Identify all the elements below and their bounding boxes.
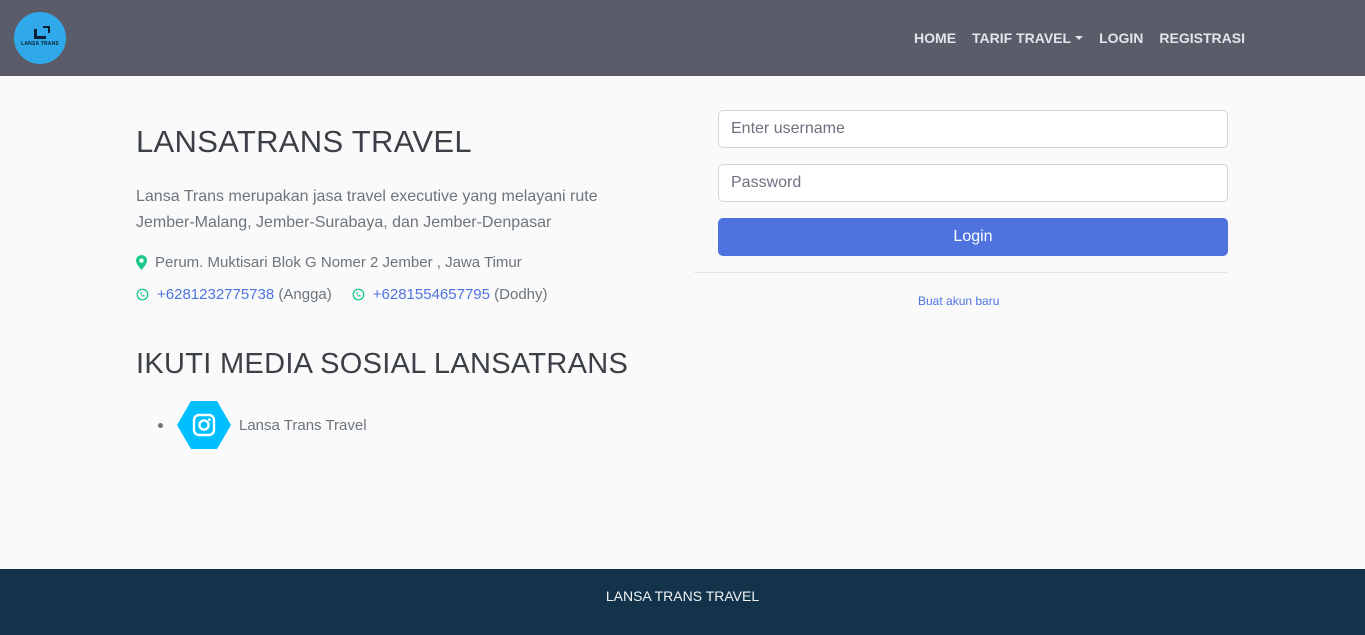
nav-home[interactable]: HOME (906, 28, 964, 48)
company-title: LANSATRANS TRAVEL (136, 124, 472, 159)
instagram-label[interactable]: Lansa Trans Travel (239, 417, 367, 434)
social-title: IKUTI MEDIA SOSIAL LANSATRANS (136, 348, 629, 380)
phone-link-dodhy[interactable]: +6281554657795 (373, 286, 490, 303)
company-description: Lansa Trans merupakan jasa travel execut… (136, 188, 598, 231)
form-divider (694, 272, 1228, 273)
username-input[interactable] (718, 110, 1228, 148)
list-bullet (158, 422, 163, 428)
logo-text: LANSA TRANS (21, 41, 59, 47)
caret-down-icon (1075, 36, 1084, 40)
navbar: LANSA TRANS HOME TARIF TRAVEL LOGIN REGI… (0, 0, 1365, 76)
password-input[interactable] (718, 164, 1228, 202)
nav-home-label: HOME (914, 30, 957, 46)
footer-text: LANSA TRANS TRAVEL (605, 588, 760, 604)
social-list: Lansa Trans Travel (158, 401, 367, 449)
login-button[interactable]: Login (718, 218, 1228, 256)
contact-line: +6281232775738 (Angga) +6281554657795 (D… (136, 286, 548, 303)
address-text: Perum. Muktisari Blok G Nomer 2 Jember ,… (155, 254, 522, 271)
footer: LANSA TRANS TRAVEL (0, 569, 1365, 635)
nav-tarif-travel-dropdown[interactable]: TARIF TRAVEL (964, 28, 1091, 48)
phone-link-angga[interactable]: +6281232775738 (157, 286, 274, 303)
main-nav: HOME TARIF TRAVEL LOGIN REGISTRASI (906, 28, 1253, 48)
instagram-icon[interactable] (177, 401, 231, 449)
whatsapp-icon (352, 288, 365, 301)
nav-registrasi-label: REGISTRASI (1159, 30, 1245, 46)
address-line: Perum. Muktisari Blok G Nomer 2 Jember ,… (136, 254, 522, 271)
whatsapp-icon (136, 288, 149, 301)
login-form: Login (718, 110, 1228, 256)
brand-logo[interactable]: LANSA TRANS (14, 12, 66, 64)
nav-login-label: LOGIN (1099, 30, 1144, 46)
nav-login[interactable]: LOGIN (1091, 28, 1151, 48)
nav-tarif-travel-label: TARIF TRAVEL (972, 30, 1072, 46)
nav-registrasi[interactable]: REGISTRASI (1151, 28, 1253, 48)
contact-name-angga: (Angga) (278, 286, 332, 303)
map-pin-icon (136, 255, 147, 270)
create-account-link[interactable]: Buat akun baru (918, 294, 999, 308)
contact-name-dodhy: (Dodhy) (494, 286, 548, 303)
logo-mark-icon (34, 26, 50, 39)
